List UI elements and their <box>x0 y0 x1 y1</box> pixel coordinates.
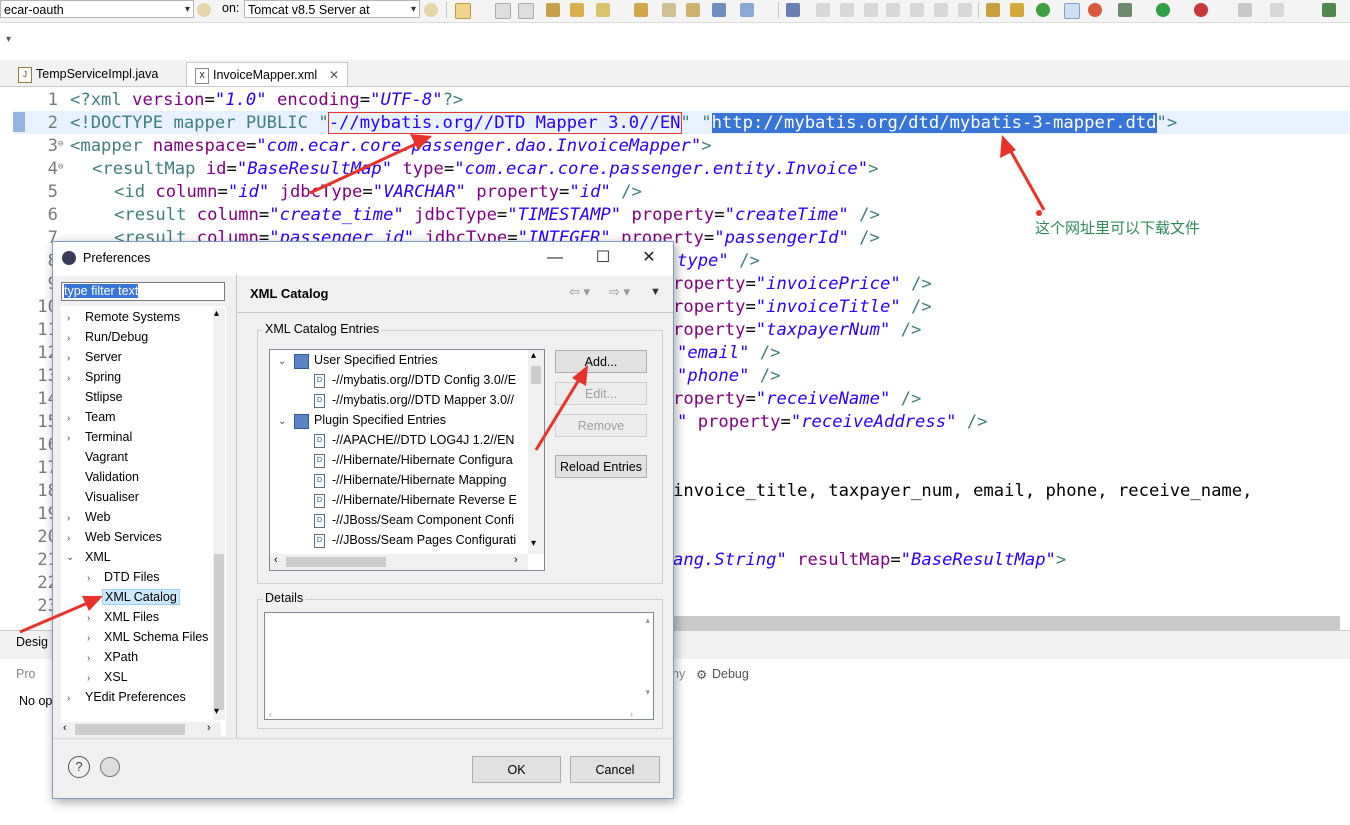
annotation-arrows <box>19 134 1046 634</box>
arrowhead <box>572 365 588 386</box>
arrow-to-add-button <box>534 377 582 451</box>
arrow-to-dtd-url <box>1007 147 1046 211</box>
arrowhead <box>410 134 432 150</box>
arrow-to-xml-catalog <box>19 600 91 634</box>
arrow-to-public-id <box>309 141 419 195</box>
